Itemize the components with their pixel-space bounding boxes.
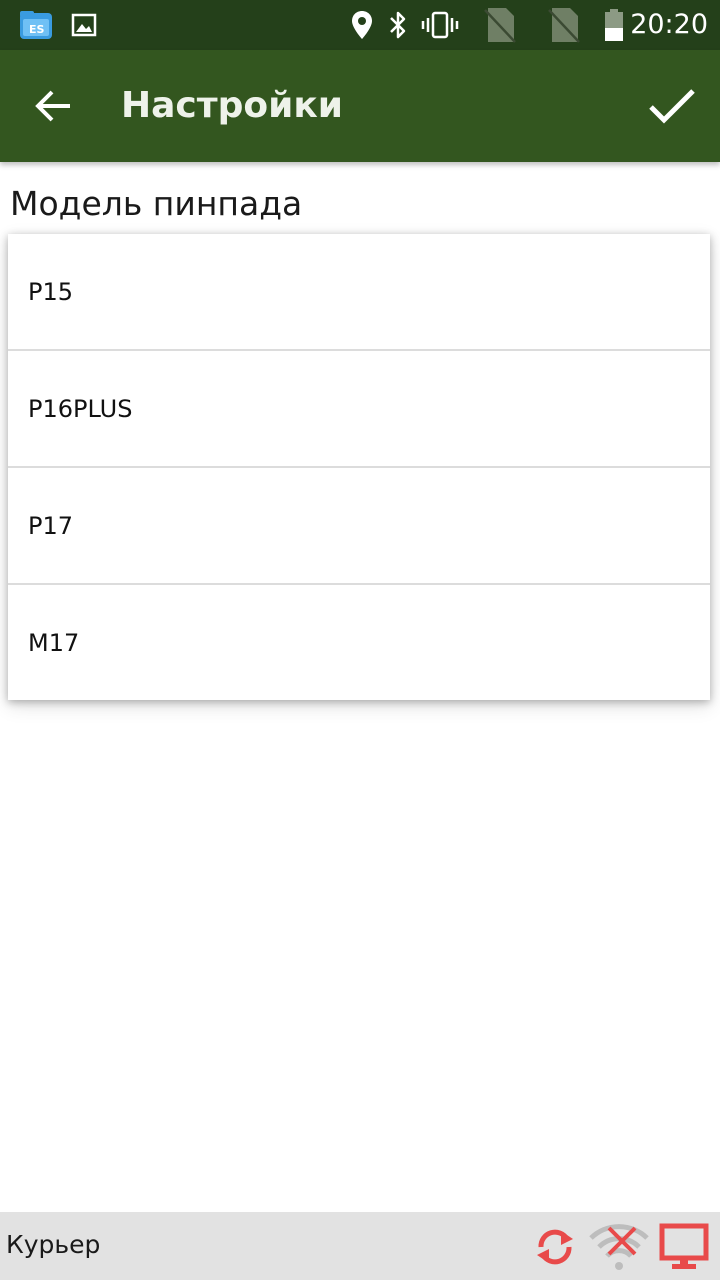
- gallery-icon: [70, 8, 98, 42]
- page-title: Настройки: [121, 85, 344, 126]
- option-p16plus[interactable]: P16PLUS: [8, 351, 710, 468]
- no-sim-icon: [480, 8, 520, 43]
- svg-text:ES: ES: [29, 23, 45, 36]
- option-p17[interactable]: P17: [8, 468, 710, 585]
- monitor-icon: [658, 1220, 710, 1274]
- pinpad-model-dropdown: P15 P16PLUS P17 M17: [8, 234, 710, 700]
- vibrate-icon: [420, 8, 460, 42]
- bluetooth-icon: [386, 8, 410, 42]
- check-icon: [649, 89, 695, 124]
- battery-icon: [602, 8, 626, 42]
- es-file-explorer-icon: ES: [18, 8, 54, 42]
- confirm-button[interactable]: [640, 76, 704, 136]
- app-bar: Настройки: [0, 50, 720, 162]
- option-p15[interactable]: P15: [8, 234, 710, 351]
- status-bar: ES 20:20: [0, 0, 720, 50]
- location-icon: [350, 8, 374, 42]
- arrow-left-icon: [35, 90, 70, 122]
- clock: 20:20: [630, 9, 708, 40]
- wifi-off-icon: [586, 1220, 652, 1274]
- no-sim-icon: [544, 8, 584, 43]
- bottom-status-bar: Курьер: [0, 1212, 720, 1280]
- back-button[interactable]: [22, 78, 86, 134]
- option-m17[interactable]: M17: [8, 585, 710, 700]
- sync-icon[interactable]: [532, 1220, 578, 1274]
- setting-label: Модель пинпада: [10, 184, 303, 223]
- user-role-label: Курьер: [6, 1230, 101, 1259]
